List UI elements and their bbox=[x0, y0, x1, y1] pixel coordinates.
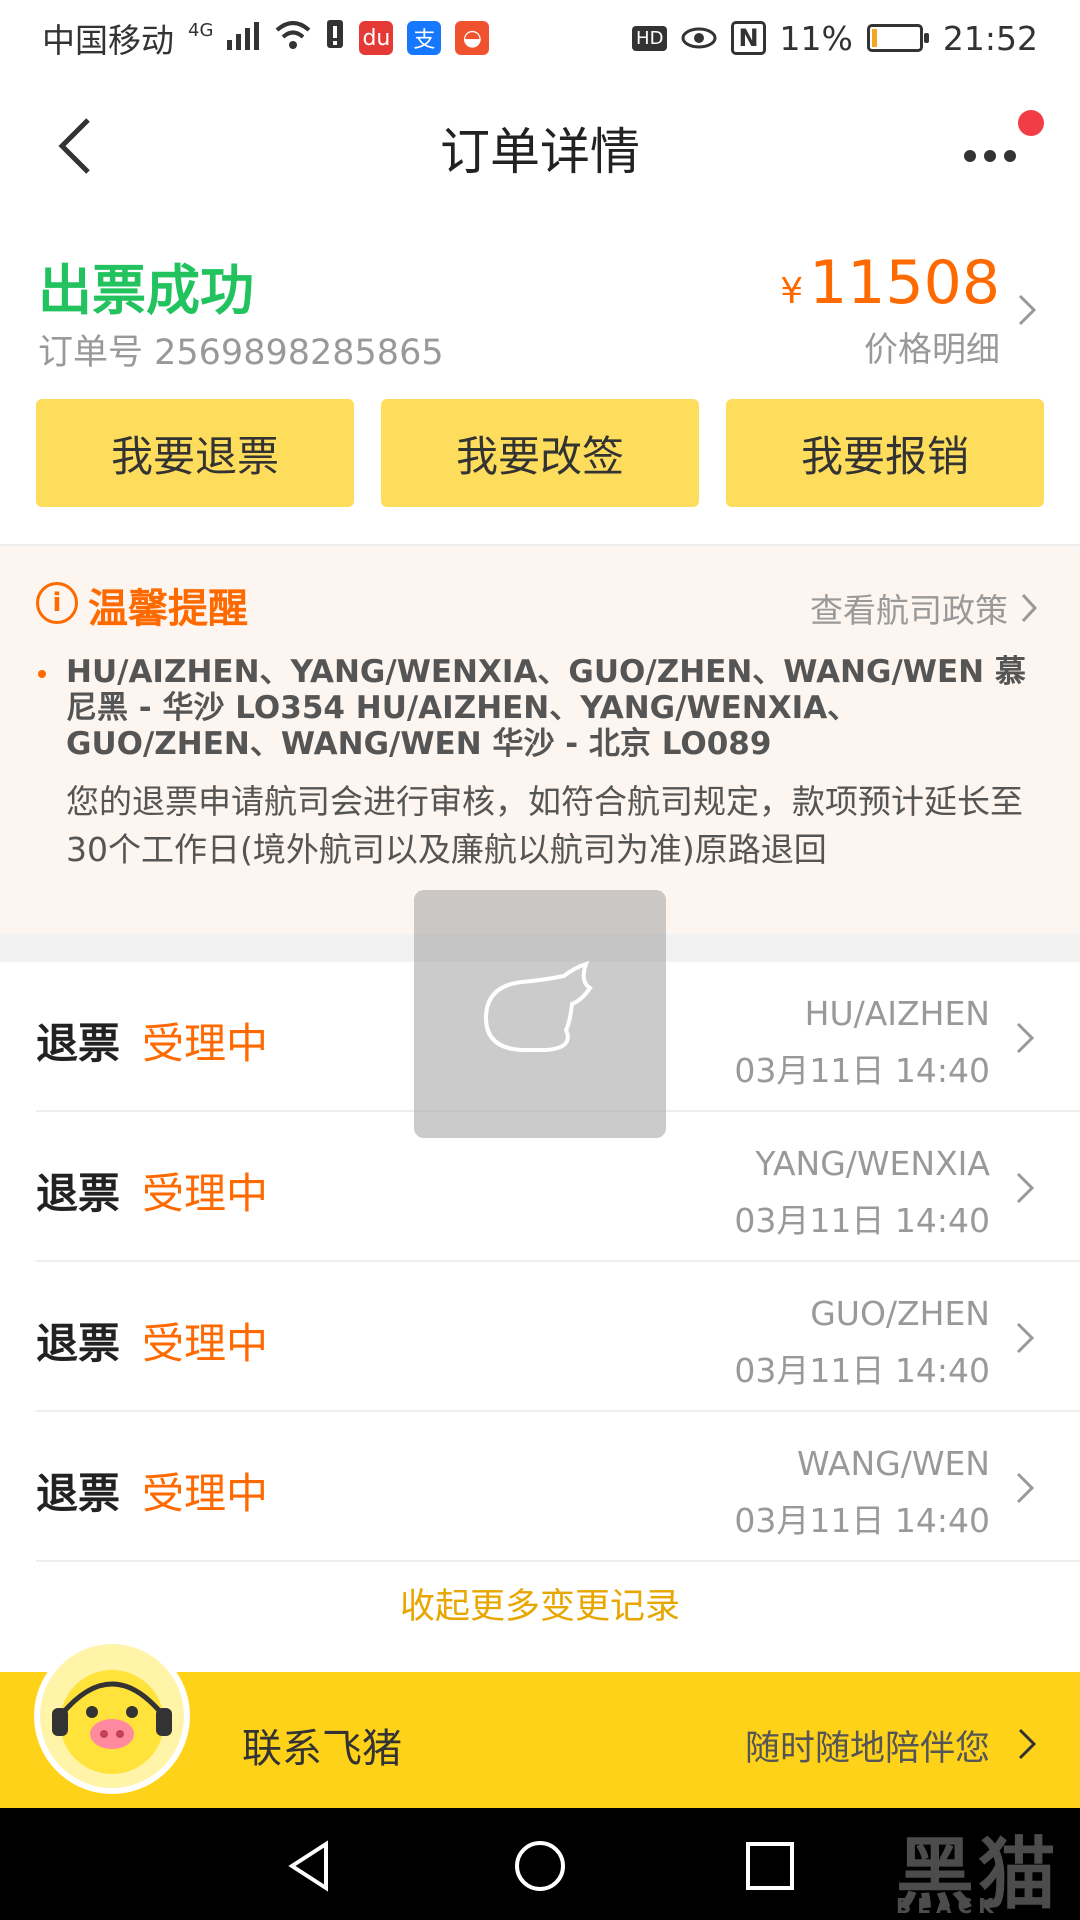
reminder-flights: HU/AIZHEN、YANG/WENXIA、GUO/ZHEN、WANG/WEN … bbox=[66, 654, 1026, 762]
chevron-right-icon bbox=[1018, 294, 1037, 326]
watermark-logo: 黑猫 BLACK CAT bbox=[896, 1812, 1060, 1920]
watermark-subtext: BLACK CAT bbox=[895, 1894, 1000, 1920]
row-chevron bbox=[1012, 1468, 1038, 1512]
battery-percent: 11% bbox=[779, 18, 853, 58]
price-detail-link[interactable]: 价格明细 bbox=[864, 322, 1000, 371]
status-bar: 中国移动 4G du 支 ◒ HD N 11% 21:52 bbox=[0, 0, 1080, 76]
refund-label: 退票 bbox=[36, 1319, 121, 1368]
order-summary: 出票成功 订单号 2569898285865 ¥11508 价格明细 我要退票 … bbox=[0, 216, 1080, 546]
nfc-icon: N bbox=[731, 21, 766, 55]
refund-status: 受理中 bbox=[142, 1319, 269, 1368]
price-value: 11508 bbox=[809, 248, 1000, 318]
carrier-label: 中国移动 bbox=[42, 21, 174, 60]
price-chevron[interactable] bbox=[1014, 290, 1040, 334]
refund-time: 03月11日 14:40 bbox=[734, 1051, 990, 1090]
signal-icon bbox=[227, 19, 261, 58]
reminder-panel: i 温馨提醒 查看航司政策 HU/AIZHEN、YANG/WENXIA、GUO/… bbox=[0, 546, 1080, 934]
notification-dot bbox=[1018, 110, 1044, 136]
chevron-right-icon bbox=[1018, 1728, 1037, 1760]
currency-symbol: ¥ bbox=[780, 271, 804, 312]
network-label: 4G bbox=[188, 20, 214, 41]
baidu-app-icon: du bbox=[359, 21, 394, 55]
total-price[interactable]: ¥11508 bbox=[780, 248, 1000, 318]
passenger-name: GUO/ZHEN bbox=[810, 1294, 990, 1333]
eye-icon bbox=[681, 19, 717, 58]
info-icon: i bbox=[36, 582, 78, 624]
reminder-note: 您的退票申请航司会进行审核，如符合航司规定，款项预计延长至30个工作日(境外航司… bbox=[66, 782, 1023, 869]
policy-link-label: 查看航司政策 bbox=[810, 591, 1008, 630]
passenger-name: HU/AIZHEN bbox=[804, 994, 990, 1033]
refund-row[interactable]: 退票 受理中 GUO/ZHEN 03月11日 14:40 bbox=[0, 1262, 1080, 1412]
refund-button[interactable]: 我要退票 bbox=[36, 399, 354, 507]
clock: 21:52 bbox=[942, 18, 1038, 58]
row-chevron bbox=[1012, 1018, 1038, 1062]
row-chevron bbox=[1012, 1168, 1038, 1212]
refund-time: 03月11日 14:40 bbox=[734, 1201, 990, 1240]
nav-home-button[interactable] bbox=[512, 1838, 568, 1894]
alipay-app-icon: 支 bbox=[407, 21, 442, 55]
passenger-name: WANG/WEN bbox=[797, 1444, 990, 1483]
chevron-right-icon bbox=[1021, 593, 1038, 623]
refund-label: 退票 bbox=[36, 1019, 121, 1068]
chevron-right-icon bbox=[1016, 1172, 1035, 1204]
hd-badge: HD bbox=[632, 25, 668, 51]
loading-icon bbox=[483, 960, 593, 1052]
status-right: HD N 11% 21:52 bbox=[632, 19, 1038, 58]
nav-back-icon bbox=[288, 1840, 328, 1892]
status-left: 中国移动 4G du 支 ◒ bbox=[42, 14, 490, 62]
nav-back-button[interactable] bbox=[282, 1838, 338, 1894]
refund-time: 03月11日 14:40 bbox=[734, 1501, 990, 1540]
change-button[interactable]: 我要改签 bbox=[381, 399, 699, 507]
order-number: 订单号 2569898285865 bbox=[38, 333, 444, 373]
refund-status: 受理中 bbox=[142, 1469, 269, 1518]
refund-label: 退票 bbox=[36, 1469, 121, 1518]
app-notification-icon: ◒ bbox=[455, 21, 490, 55]
bullet-dot bbox=[38, 670, 46, 678]
navigation-bar: 订单详情 bbox=[0, 76, 1080, 216]
refund-label: 退票 bbox=[36, 1169, 121, 1218]
chevron-right-icon bbox=[1016, 1022, 1035, 1054]
mascot-icon bbox=[34, 1638, 190, 1794]
reimburse-button[interactable]: 我要报销 bbox=[726, 399, 1044, 507]
loading-overlay bbox=[414, 890, 666, 1138]
alert-icon bbox=[325, 18, 345, 58]
nav-home-icon bbox=[515, 1841, 565, 1891]
system-navigation-bar: 黑猫 BLACK CAT bbox=[0, 1808, 1080, 1920]
reminder-title: 温馨提醒 bbox=[88, 586, 248, 632]
passenger-name: YANG/WENXIA bbox=[755, 1144, 990, 1183]
chevron-right-icon bbox=[1016, 1472, 1035, 1504]
wifi-icon bbox=[275, 19, 311, 58]
refund-status: 受理中 bbox=[142, 1169, 269, 1218]
contact-subtitle: 随时随地陪伴您 bbox=[744, 1729, 990, 1769]
contact-bar[interactable]: 联系飞猪 随时随地陪伴您 bbox=[0, 1638, 1080, 1808]
ticket-status: 出票成功 bbox=[38, 259, 254, 322]
refund-status: 受理中 bbox=[142, 1019, 269, 1068]
page-title: 订单详情 bbox=[440, 123, 640, 181]
refund-row[interactable]: 退票 受理中 WANG/WEN 03月11日 14:40 bbox=[0, 1412, 1080, 1562]
contact-chevron bbox=[1014, 1724, 1040, 1768]
airline-policy-link[interactable]: 查看航司政策 bbox=[810, 584, 1040, 632]
action-buttons: 我要退票 我要改签 我要报销 bbox=[36, 399, 1044, 507]
nav-recent-button[interactable] bbox=[742, 1838, 798, 1894]
row-chevron bbox=[1012, 1318, 1038, 1362]
contact-label: 联系飞猪 bbox=[242, 1726, 402, 1772]
refund-time: 03月11日 14:40 bbox=[734, 1351, 990, 1390]
chevron-right-icon bbox=[1016, 1322, 1035, 1354]
battery-icon bbox=[866, 24, 929, 52]
nav-recent-icon bbox=[746, 1842, 794, 1890]
